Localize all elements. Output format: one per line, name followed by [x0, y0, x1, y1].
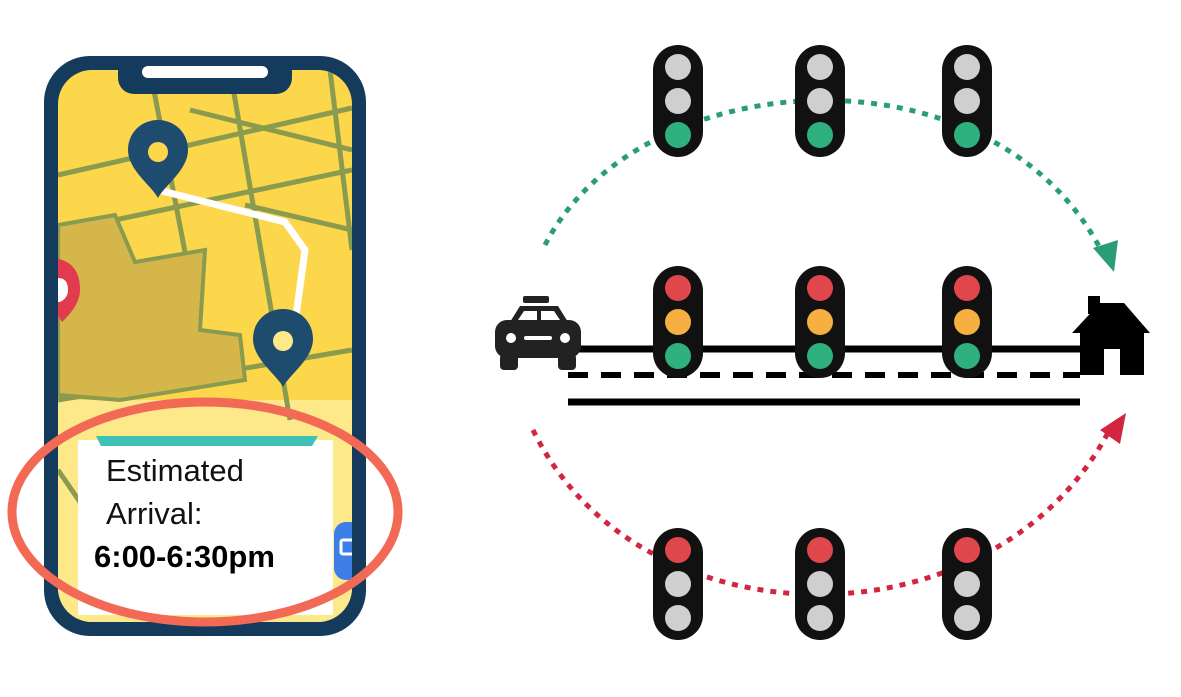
- traffic-lamp: [807, 54, 833, 80]
- traffic-lamp: [665, 571, 691, 597]
- traffic-light-red-amber-green-icon: [795, 266, 845, 378]
- traffic-lamp: [954, 54, 980, 80]
- eta-value: 6:00-6:30pm: [94, 539, 275, 574]
- traffic-lamp: [665, 54, 691, 80]
- taxi-icon: [495, 296, 581, 370]
- eta-diagram: Estimated Arrival: 6:00-6:30pm: [7, 45, 1150, 640]
- traffic-lamp: [807, 309, 833, 335]
- traffic-lamp: [954, 537, 980, 563]
- traffic-light-red-icon: [942, 528, 992, 640]
- traffic-light-green-icon: [795, 45, 845, 157]
- slow-route-arrowhead: [1100, 413, 1126, 444]
- traffic-light-red-icon: [653, 528, 703, 640]
- traffic-lamp: [665, 275, 691, 301]
- traffic-lamp: [665, 537, 691, 563]
- traffic-lamp: [954, 88, 980, 114]
- eta-label-line2: Arrival:: [106, 496, 202, 531]
- traffic-lamp: [954, 571, 980, 597]
- traffic-lamp: [807, 88, 833, 114]
- house-icon: [1072, 296, 1150, 375]
- traffic-lamp: [954, 309, 980, 335]
- traffic-light-green-icon: [653, 45, 703, 157]
- traffic-light-green-icon: [942, 45, 992, 157]
- traffic-lights: [653, 45, 992, 640]
- eta-card-accent: [96, 436, 318, 446]
- traffic-lamp: [954, 122, 980, 148]
- traffic-lamp: [807, 605, 833, 631]
- traffic-lamp: [665, 605, 691, 631]
- traffic-lamp: [665, 343, 691, 369]
- traffic-lamp: [954, 605, 980, 631]
- traffic-lamp: [665, 122, 691, 148]
- traffic-light-red-amber-green-icon: [653, 266, 703, 378]
- traffic-lamp: [954, 275, 980, 301]
- traffic-lamp: [954, 343, 980, 369]
- traffic-lamp: [807, 275, 833, 301]
- traffic-lamp: [665, 88, 691, 114]
- eta-label-line1: Estimated: [106, 453, 244, 488]
- traffic-lamp: [807, 122, 833, 148]
- smartphone: Estimated Arrival: 6:00-6:30pm: [44, 56, 366, 636]
- traffic-light-red-amber-green-icon: [942, 266, 992, 378]
- traffic-lamp: [807, 571, 833, 597]
- traffic-lamp: [807, 537, 833, 563]
- phone-speaker: [142, 66, 268, 78]
- traffic-lamp: [807, 343, 833, 369]
- traffic-lamp: [665, 309, 691, 335]
- traffic-light-red-icon: [795, 528, 845, 640]
